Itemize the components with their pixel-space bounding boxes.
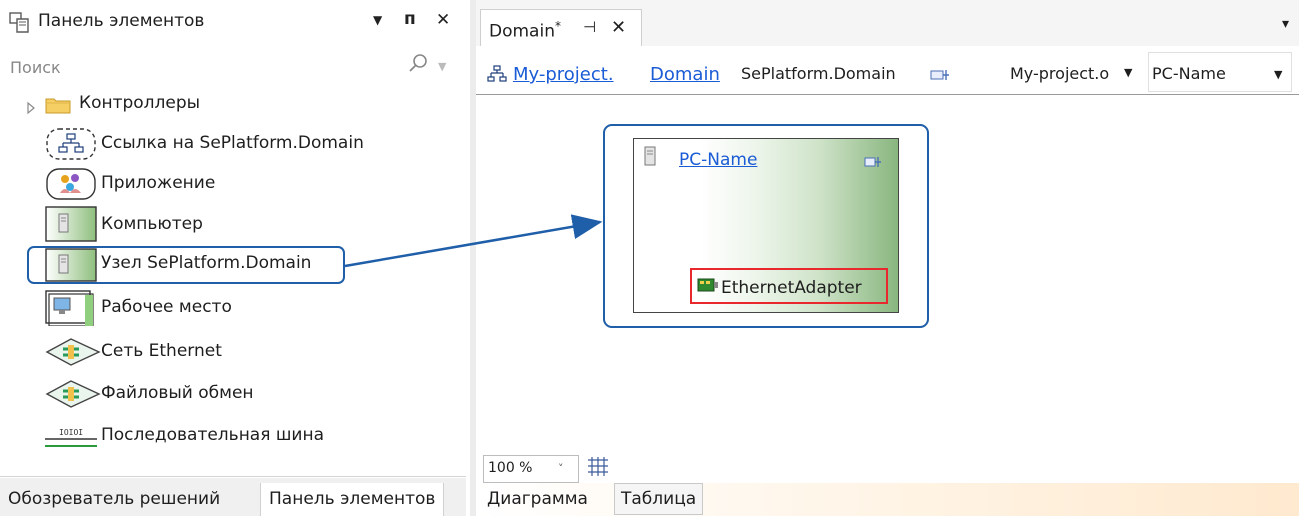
toolbox-item-controllers[interactable]: Контроллеры	[0, 84, 466, 124]
toolbox-item-label: Приложение	[101, 173, 216, 193]
computer-icon	[642, 146, 658, 166]
tab-toolbox[interactable]: Панель элементов	[260, 483, 445, 516]
adapter-highlight-frame	[690, 268, 888, 304]
domain-link-icon	[45, 127, 97, 166]
toolbox-item-domain-node[interactable]: Узел SePlatform.Domain	[0, 244, 466, 284]
computer-icon	[45, 206, 97, 247]
toolbox-item-label: Рабочее место	[101, 297, 232, 317]
toolbox-item-label: Компьютер	[101, 214, 203, 234]
zoom-value[interactable]: 100 %	[488, 460, 532, 476]
toolbox-title: Панель элементов	[38, 11, 205, 31]
toolbox-icon	[8, 10, 32, 34]
toolbox-item-workstation[interactable]: Рабочее место	[0, 288, 466, 328]
project-dropdown[interactable]: My-project.o	[1010, 64, 1109, 83]
toolbox-item-domain-link[interactable]: Ссылка на SePlatform.Domain	[0, 124, 466, 164]
toolbox-item-label: Ссылка на SePlatform.Domain	[101, 133, 364, 153]
toolbox-item-application[interactable]: Приложение	[0, 164, 466, 204]
tab-diagram[interactable]: Диаграмма	[481, 483, 594, 516]
toolbox-item-computer[interactable]: Компьютер	[0, 205, 466, 245]
search-input-placeholder[interactable]: Поиск	[10, 58, 61, 77]
toolbox-pin-icon[interactable]: ᴨ	[404, 9, 416, 29]
toolbox-item-label: Последовательная шина	[101, 425, 324, 445]
toolbox-menu-icon[interactable]: ▼	[373, 13, 382, 27]
toolbox-divider	[0, 476, 466, 477]
breadcrumb-project-link[interactable]: My-project.	[513, 64, 614, 85]
toolbox-item-ethernet-network[interactable]: Сеть Ethernet	[0, 332, 466, 372]
expand-arrow-icon[interactable]	[26, 99, 36, 119]
toolbox-item-label: Контроллеры	[79, 93, 201, 113]
document-bottom-tabbar	[476, 483, 1299, 516]
node-interface-icon[interactable]	[864, 154, 882, 168]
application-icon	[45, 167, 97, 206]
grid-toggle-icon[interactable]	[584, 454, 612, 480]
toolbox-close-icon[interactable]: ✕	[436, 10, 450, 30]
tab-table[interactable]: Таблица	[614, 483, 704, 515]
serial-bus-glyph: IOIOI	[59, 428, 83, 437]
serial-bus-icon: IOIOI	[45, 424, 97, 457]
project-dropdown-arrow-icon[interactable]: ▼	[1124, 66, 1132, 79]
zoom-dropdown-arrow-icon[interactable]: ˅	[558, 462, 564, 475]
domain-icon	[487, 65, 507, 88]
breadcrumb-type-label: SePlatform.Domain	[741, 64, 896, 83]
workstation-icon	[45, 290, 97, 331]
ethernet-network-icon	[45, 337, 101, 372]
search-icon[interactable]	[406, 52, 430, 76]
node-name-link[interactable]: PC-Name	[679, 150, 757, 170]
node-dropdown-arrow-icon[interactable]: ▼	[1274, 68, 1282, 81]
search-dropdown-icon[interactable]: ▼	[438, 60, 446, 73]
toolbox-item-file-exchange[interactable]: Файловый обмен	[0, 374, 466, 414]
document-tab-title: Domain*	[489, 19, 561, 42]
toolbox-search-box[interactable]	[0, 48, 466, 88]
document-menu-icon[interactable]: ▾	[1282, 16, 1289, 32]
toolbox-item-label: Сеть Ethernet	[101, 341, 222, 361]
tab-pin-icon[interactable]: ⊣	[583, 18, 596, 36]
toolbox-item-label: Узел SePlatform.Domain	[101, 253, 312, 273]
domain-node-icon	[45, 248, 97, 287]
modified-indicator: *	[554, 19, 561, 33]
node-dropdown-value[interactable]: PC-Name	[1152, 64, 1226, 83]
toolbox-item-label: Файловый обмен	[101, 383, 254, 403]
tab-close-icon[interactable]: ✕	[611, 17, 626, 38]
toolbox-item-serial-bus[interactable]: IOIOI Последовательная шина	[0, 416, 466, 456]
tab-solution-explorer[interactable]: Обозреватель решений	[0, 483, 229, 516]
breadcrumb-domain-link[interactable]: Domain	[650, 64, 720, 85]
file-exchange-icon	[45, 379, 101, 414]
interface-pin-icon[interactable]	[930, 67, 950, 81]
folder-icon	[45, 96, 71, 119]
